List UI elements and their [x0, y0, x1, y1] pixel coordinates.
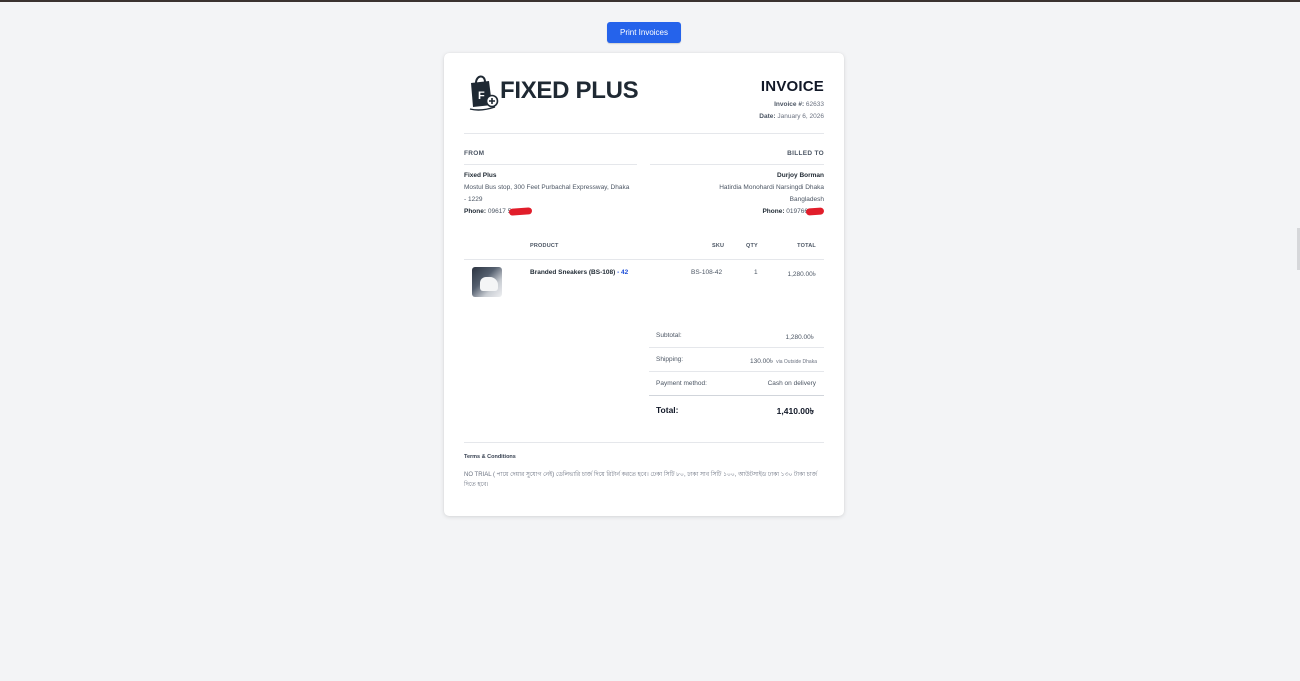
billed-to-label: BILLED TO — [787, 150, 824, 157]
totals-divider — [649, 371, 824, 372]
product-sku: BS-108-42 — [691, 269, 723, 276]
subtotal-label: Subtotal: — [656, 332, 682, 339]
col-header-product: PRODUCT — [530, 243, 559, 249]
product-name: Branded Sneakers (BS-108) - 42 — [530, 269, 629, 276]
billed-to-name: Durjoy Borman — [777, 172, 824, 179]
product-image — [472, 267, 502, 297]
redaction-mark — [509, 206, 533, 216]
shipping-label: Shipping: — [656, 356, 684, 363]
from-phone: Phone: 09617 5 — [464, 206, 629, 218]
payment-method-label: Payment method: — [656, 380, 707, 387]
brand-name: FIXED PLUS — [500, 77, 639, 104]
redaction-mark — [805, 207, 825, 216]
header-divider — [464, 133, 824, 134]
col-header-sku: SKU — [712, 243, 725, 249]
col-header-qty: QTY — [746, 243, 758, 249]
from-label: FROM — [464, 150, 485, 157]
terms-text: NO TRIAL ( পায়ে দেয়ার সুযোগ নেই) ডেলিভ… — [464, 472, 818, 488]
from-address-line2: - 1229 — [464, 196, 483, 203]
shopping-bag-logo-icon: F — [469, 75, 499, 111]
invoice-number: Invoice #: 62633 — [774, 101, 824, 108]
payment-method-value: Cash on delivery — [767, 380, 816, 387]
shipping-value: 130.00৳ via Outside Dhaka — [750, 358, 817, 365]
terms-title: Terms & Conditions — [464, 454, 516, 460]
invoice-date: Date: January 6, 2026 — [759, 113, 824, 120]
from-address: Fixed Plus Mostul Bus stop, 300 Feet Pur… — [464, 170, 629, 218]
totals-divider — [649, 395, 824, 396]
billed-to-address-line1: Hatirdia Monohardi Narsingdi Dhaka — [719, 184, 824, 191]
from-name: Fixed Plus — [464, 172, 497, 179]
billed-to-divider — [650, 164, 824, 165]
totals-divider — [649, 347, 824, 348]
col-header-total: TOTAL — [797, 243, 816, 249]
product-total: 1,280.00৳ — [787, 271, 816, 278]
from-address-line1: Mostul Bus stop, 300 Feet Purbachal Expr… — [464, 184, 630, 191]
invoice-title: INVOICE — [760, 78, 824, 95]
total-value: 1,410.00৳ — [776, 406, 814, 416]
terms-divider — [464, 442, 824, 443]
svg-text:F: F — [478, 90, 485, 102]
product-qty: 1 — [754, 269, 758, 276]
billed-to-address-line2: Bangladesh — [789, 196, 824, 203]
table-header-divider — [464, 259, 824, 260]
billed-to-address: Durjoy Borman Hatirdia Monohardi Narsing… — [719, 170, 825, 218]
subtotal-value: 1,280.00৳ — [785, 334, 814, 341]
print-invoices-button[interactable]: Print Invoices — [607, 22, 681, 43]
window-top-border — [0, 0, 1300, 2]
billed-to-phone: Phone: 019766 — [719, 206, 825, 218]
invoice-card: F FIXED PLUS INVOICE Invoice #: 62633 Da… — [444, 53, 844, 516]
total-label: Total: — [656, 405, 679, 415]
from-divider — [464, 164, 637, 165]
brand-logo: F FIXED PLUS — [468, 71, 639, 111]
